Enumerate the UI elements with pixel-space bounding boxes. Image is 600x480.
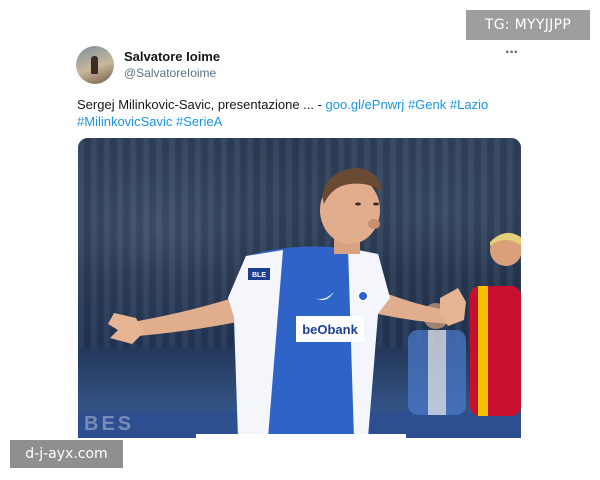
background-player-right — [470, 232, 521, 416]
hashtag-seriea[interactable]: #SerieA — [176, 114, 222, 129]
author-name[interactable]: Salvatore Ioime — [124, 49, 220, 64]
photo-bottom-strip — [196, 434, 406, 438]
tweet-link[interactable]: goo.gl/ePnwrj — [326, 97, 405, 112]
tg-watermark: TG: MYYJJPP — [466, 10, 590, 40]
left-hand — [108, 313, 144, 344]
avatar[interactable] — [76, 46, 114, 84]
hashtag-milinkovicsavic[interactable]: #MilinkovicSavic — [77, 114, 172, 129]
tweet-text-plain: Sergej Milinkovic-Savic, presentazione .… — [77, 97, 326, 112]
avatar-figure — [91, 56, 98, 74]
tweet-text: Sergej Milinkovic-Savic, presentazione .… — [77, 96, 529, 130]
tweet-photo[interactable]: BES beObank BLE — [78, 138, 521, 438]
more-dots-icon[interactable]: ··· — [505, 44, 519, 62]
site-watermark: d-j-ayx.com — [10, 440, 123, 468]
author-handle[interactable]: @SalvatoreIoime — [124, 66, 216, 80]
hashtag-genk[interactable]: #Genk — [408, 97, 446, 112]
player-illustration: beObank BLE — [108, 168, 521, 438]
sleeve-badge-text: BLE — [252, 272, 266, 279]
hashtag-lazio[interactable]: #Lazio — [450, 97, 488, 112]
sponsor-text: beObank — [302, 322, 358, 337]
